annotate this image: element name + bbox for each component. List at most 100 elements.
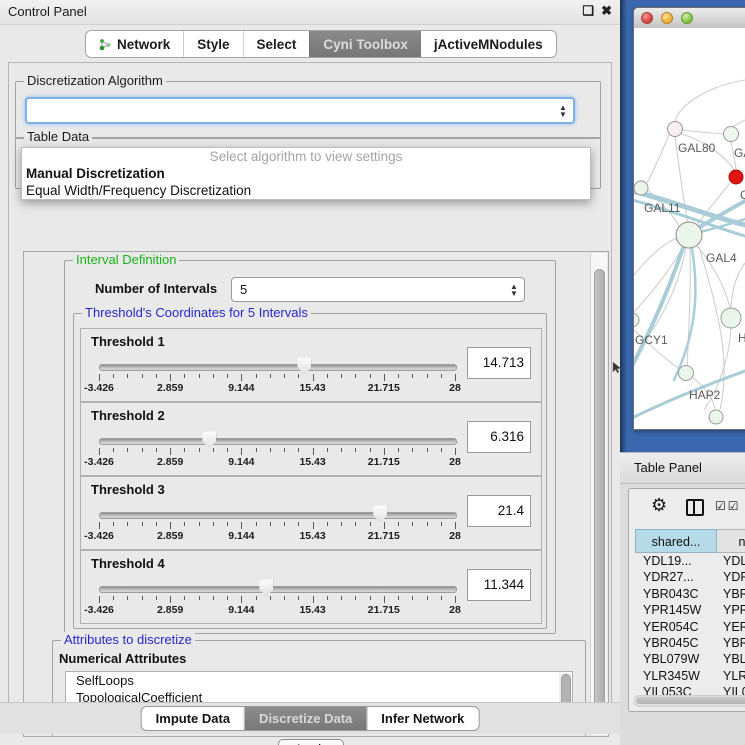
vertical-scrollbar[interactable] (590, 253, 607, 735)
checkbox-icons[interactable]: ☑☑ (715, 499, 741, 513)
tab-label: Select (257, 37, 297, 52)
network-node-red-node[interactable] (729, 170, 743, 184)
threshold-label: Threshold 2 (91, 408, 165, 423)
network-node-gcy1[interactable] (634, 313, 639, 327)
cell-name: YDL1 (717, 553, 745, 569)
slider-track[interactable] (99, 512, 457, 519)
threshold-value-field[interactable]: 21.4 (467, 495, 531, 527)
network-node-gal11[interactable] (634, 181, 648, 195)
tab-network[interactable]: Network (86, 31, 183, 57)
cell-name: YBL0 (717, 651, 745, 667)
num-intervals-combobox[interactable]: 5 ▲▼ (231, 277, 525, 302)
threshold-row-1: Threshold 1-3.4262.8599.14415.4321.71528… (80, 328, 542, 402)
right-side: GAL80GACGAL11GAL4GCY1HHAP2 Table Panel ⚙… (620, 0, 745, 745)
scrollbar-thumb[interactable] (636, 697, 745, 704)
threshold-value-field[interactable]: 14.713 (467, 347, 531, 379)
slider-ticks (99, 522, 455, 530)
network-node-gal80[interactable] (668, 122, 683, 137)
threshold-value-field[interactable]: 11.344 (467, 569, 531, 601)
bottom-tab-infer-network[interactable]: Infer Network (366, 707, 478, 730)
app-root: Control Panel ❑ ✖ Network Style Select Cyni… (0, 0, 745, 745)
tab-style[interactable]: Style (183, 31, 242, 57)
slider-thumb[interactable] (259, 579, 273, 597)
dropdown-option-manual[interactable]: Manual Discretization (22, 165, 590, 182)
table-row[interactable]: YER054CYER0 (635, 619, 745, 635)
columns-icon[interactable] (686, 499, 704, 516)
network-node-label: HAP2 (689, 388, 721, 402)
slider-thumb[interactable] (373, 505, 387, 523)
tick-label: 2.859 (157, 382, 183, 394)
list-item[interactable]: SelfLoops (66, 672, 572, 689)
slider-track[interactable] (99, 438, 457, 445)
table-row[interactable]: YLR345WYLR3 (635, 668, 745, 684)
float-icon[interactable]: ❑ (582, 3, 594, 19)
settings-scroll-viewport: Interval Definition Number of Intervals … (23, 251, 609, 737)
network-node-hap2[interactable] (679, 366, 694, 381)
interval-definition-group: Interval Definition Number of Intervals … (64, 260, 556, 634)
tab-bar: Network Style Select Cyni ToolboxjActiveMNo… (85, 30, 557, 58)
cell-shared-name: YER054C (635, 619, 717, 635)
network-node-ga-partial[interactable] (724, 127, 739, 142)
apply-button[interactable]: Apply (278, 739, 344, 745)
network-node-label: GCY1 (635, 333, 668, 347)
tab-jactivemnodules[interactable]: jActiveMNodules (421, 31, 556, 57)
scrollbar-thumb[interactable] (594, 269, 605, 711)
table-row[interactable]: YDR27...YDR2 (635, 569, 745, 585)
network-canvas[interactable]: GAL80GACGAL11GAL4GCY1HHAP2 (634, 28, 745, 429)
cell-name: YBR0 (717, 635, 745, 651)
horizontal-scrollbar[interactable] (634, 695, 745, 707)
table-row[interactable]: YIL053CYIL0 (635, 684, 745, 695)
dropdown-prompt-item[interactable]: Select algorithm to view settings (22, 148, 590, 165)
column-header-name[interactable]: na (717, 529, 745, 553)
tick-label: 28 (449, 382, 461, 394)
control-panel-titlebar: Control Panel ❑ ✖ (0, 0, 620, 25)
network-node-gal4[interactable] (676, 222, 702, 248)
close-icon[interactable]: ✖ (601, 3, 612, 19)
cell-shared-name: YBL079W (635, 651, 717, 667)
minimize-traffic-light-icon[interactable] (661, 12, 673, 24)
zoom-traffic-light-icon[interactable] (681, 12, 693, 24)
tick-label: 28 (449, 456, 461, 468)
table-panel-header: Table Panel (620, 452, 745, 484)
tab-cyni-toolbox[interactable]: Cyni Toolbox (309, 31, 421, 57)
table-row[interactable]: YBR045CYBR0 (635, 635, 745, 651)
threshold-value-field[interactable]: 6.316 (467, 421, 531, 453)
tab-label: Style (197, 37, 229, 52)
tick-label: 9.144 (228, 530, 254, 542)
table-row[interactable]: YBL079WYBL0 (635, 651, 745, 667)
network-node-bottom-partial[interactable] (709, 410, 723, 424)
node-table: shared... na YDL19...YDL1YDR27...YDR2YBR… (635, 529, 745, 695)
table-row[interactable]: YBR043CYBR0 (635, 586, 745, 602)
column-header-shared[interactable]: shared... (635, 529, 717, 553)
numerical-attributes-label: Numerical Attributes (59, 651, 186, 666)
bottom-tab-strip: Impute DataDiscretize DataInfer Network (0, 702, 620, 734)
group-title: Threshold's Coordinates for 5 Intervals (82, 305, 311, 320)
network-node-h-partial[interactable] (721, 308, 741, 328)
table-row[interactable]: YDL19...YDL1 (635, 553, 745, 569)
close-traffic-light-icon[interactable] (641, 12, 653, 24)
axis-tick-labels: -3.4262.8599.14415.4321.71528 (99, 382, 455, 394)
threshold-row-2: Threshold 2 -3.4262.8599.14415.4321.71528… (80, 402, 542, 476)
slider-thumb[interactable] (297, 357, 311, 375)
tick-label: 21.715 (368, 530, 400, 542)
bottom-tab-impute-data[interactable]: Impute Data (142, 707, 244, 730)
slider-thumb[interactable] (202, 431, 216, 449)
tab-select[interactable]: Select (243, 31, 310, 57)
dropdown-option-equal-width[interactable]: Equal Width/Frequency Discretization (22, 182, 590, 199)
control-panel-content: Discretization Algorithm ▲▼ Select algor… (8, 62, 612, 704)
cell-shared-name: YBR045C (635, 635, 717, 651)
cell-name: YIL0 (717, 684, 745, 695)
bottom-tab-bar: Impute DataDiscretize DataInfer Network (141, 706, 480, 731)
stepper-icon[interactable]: ▲▼ (558, 104, 568, 118)
gear-icon[interactable]: ⚙ (651, 495, 667, 516)
tick-label: 21.715 (368, 604, 400, 616)
stepper-icon[interactable]: ▲▼ (509, 283, 519, 297)
slider-track[interactable] (99, 364, 457, 371)
table-row[interactable]: YPR145WYPR1 (635, 602, 745, 618)
algorithm-combobox[interactable]: ▲▼ (25, 97, 575, 124)
group-title: Attributes to discretize (61, 632, 195, 647)
slider-track[interactable] (99, 586, 457, 593)
cell-name: YBR0 (717, 586, 745, 602)
bottom-tab-discretize-data[interactable]: Discretize Data (244, 707, 366, 730)
axis-tick-labels: -3.4262.8599.14415.4321.71528 (99, 456, 455, 468)
